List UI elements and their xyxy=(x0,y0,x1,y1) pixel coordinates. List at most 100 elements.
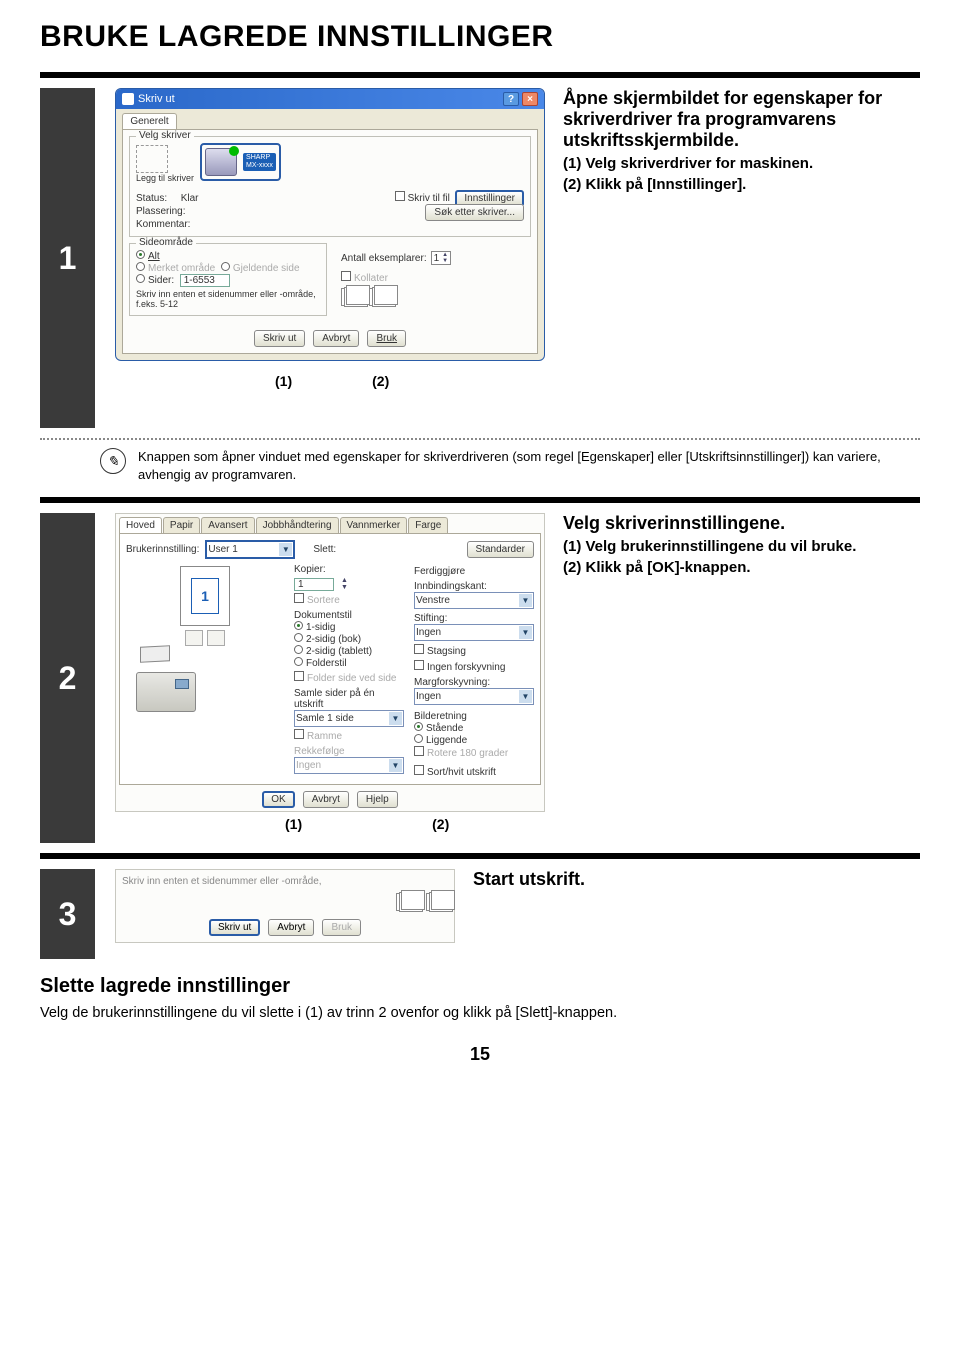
ferdig-label: Ferdiggjøre xyxy=(414,566,534,577)
kopier-label: Kopier: xyxy=(294,564,326,575)
brukerinnstilling-label: Brukerinnstilling: xyxy=(126,544,199,555)
plassering-label: Plassering: xyxy=(136,206,185,217)
help-button[interactable]: ? xyxy=(503,92,519,106)
samle-select[interactable]: Samle 1 side▼ xyxy=(294,710,404,727)
add-printer-label[interactable]: Legg til skriver xyxy=(136,173,194,183)
printer-preview xyxy=(126,652,206,712)
radio-staaende-label: Stående xyxy=(426,723,463,734)
close-button[interactable]: × xyxy=(522,92,538,106)
divider xyxy=(40,72,920,78)
ramme-checkbox xyxy=(294,729,304,739)
step2-number: 2 xyxy=(59,660,77,697)
print-to-file-checkbox[interactable] xyxy=(395,191,405,201)
skriv-ut-button-3[interactable]: Skriv ut xyxy=(209,919,260,936)
step3-heading: Start utskrift. xyxy=(473,869,920,890)
radio-staaende[interactable] xyxy=(414,722,423,731)
printer-brand-label: SHARP MX-xxxx xyxy=(243,153,276,170)
user-setting-select[interactable]: User 1▼ xyxy=(205,540,295,559)
copies-label: Antall eksemplarer: xyxy=(341,253,427,264)
radio-2sidig-tablett-label: 2-sidig (tablett) xyxy=(306,646,372,657)
step2-heading: Velg skriverinnstillingene. xyxy=(563,513,920,534)
stift-select[interactable]: Ingen▼ xyxy=(414,624,534,641)
page-title: BRUKE LAGREDE INNSTILLINGER xyxy=(40,20,920,54)
dialog-title: Skriv ut xyxy=(138,93,175,105)
radio-liggende[interactable] xyxy=(414,734,423,743)
print-dialog: Skriv ut ? × Generelt Velg skriver xyxy=(115,88,545,361)
pages-input[interactable]: 1-6553 xyxy=(180,274,230,287)
hint3: Skriv inn enten et sidenummer eller -omr… xyxy=(122,876,322,887)
copies-spinner[interactable]: 1▲▼ xyxy=(431,251,452,265)
innbind-label: Innbindingskant: xyxy=(414,581,534,592)
section-slette-heading: Slette lagrede innstillinger xyxy=(40,975,920,998)
step1-heading: Åpne skjermbildet for egenskaper for skr… xyxy=(563,88,920,151)
status-value: Klar xyxy=(181,193,199,204)
tab-avansert[interactable]: Avansert xyxy=(201,517,254,533)
ok-button[interactable]: OK xyxy=(262,791,294,808)
hjelp-button[interactable]: Hjelp xyxy=(357,791,398,808)
avbryt-button-3[interactable]: Avbryt xyxy=(268,919,314,936)
radio-folderstil-label: Folderstil xyxy=(306,658,347,669)
ramme-label: Ramme xyxy=(307,731,342,742)
group-velg-skriver: Velg skriver xyxy=(136,130,194,141)
kommentar-label: Kommentar: xyxy=(136,219,190,230)
tab-jobbhandtering[interactable]: Jobbhåndtering xyxy=(256,517,339,533)
sorthvit-label: Sort/hvit utskrift xyxy=(427,767,496,778)
stagsing-checkbox[interactable] xyxy=(414,644,424,654)
tab-vannmerker[interactable]: Vannmerker xyxy=(340,517,408,533)
note-text: Knappen som åpner vinduet med egenskaper… xyxy=(138,448,920,483)
sorthvit-checkbox[interactable] xyxy=(414,765,424,775)
tab-farge[interactable]: Farge xyxy=(408,517,448,533)
forskyvning-checkbox[interactable] xyxy=(414,660,424,670)
radio-2sidig-bok-label: 2-sidig (bok) xyxy=(306,634,361,645)
skriv-ut-button[interactable]: Skriv ut xyxy=(254,330,305,347)
bilderetning-label: Bilderetning xyxy=(414,711,534,722)
tab-papir[interactable]: Papir xyxy=(163,517,200,533)
stagsing-label: Stagsing xyxy=(427,646,466,657)
radio-folderstil[interactable] xyxy=(294,657,303,666)
kopier-input[interactable]: 1 xyxy=(294,578,334,591)
folder-side-checkbox xyxy=(294,671,304,681)
dotted-divider xyxy=(40,438,920,440)
avbryt-button[interactable]: Avbryt xyxy=(313,330,359,347)
bruk-button-3: Bruk xyxy=(322,919,361,936)
annotation2-1: (1) xyxy=(285,816,302,832)
radio-sider[interactable] xyxy=(136,274,145,283)
standarder-button[interactable]: Standarder xyxy=(467,541,534,558)
printer-properties-dialog: Hoved Papir Avansert Jobbhåndtering Vann… xyxy=(115,513,545,812)
printer-icon xyxy=(122,93,134,105)
avbryt-button[interactable]: Avbryt xyxy=(303,791,349,808)
annotation2-2: (2) xyxy=(432,816,449,832)
radio-liggende-label: Liggende xyxy=(426,735,467,746)
radio-1sidig-label: 1-sidig xyxy=(306,622,335,633)
innbind-select[interactable]: Venstre▼ xyxy=(414,592,534,609)
mini-icon-1 xyxy=(185,630,203,646)
step-3: 3 Skriv inn enten et sidenummer eller -o… xyxy=(40,869,920,959)
marg-select[interactable]: Ingen▼ xyxy=(414,688,534,705)
collate3-icon-2 xyxy=(426,893,448,911)
rotere-label: Rotere 180 grader xyxy=(427,748,508,759)
search-printer-button[interactable]: Søk etter skriver... xyxy=(425,204,524,221)
radio-alt-label: Alt xyxy=(148,251,160,262)
radio-alt[interactable] xyxy=(136,250,145,259)
section-slette-text: Velg de brukerinnstillingene du vil slet… xyxy=(40,1004,920,1024)
step-2: 2 Hoved Papir Avansert Jobbhåndtering Va… xyxy=(40,513,920,843)
radio-2sidig-tablett[interactable] xyxy=(294,645,303,654)
printer-selected[interactable]: SHARP MX-xxxx xyxy=(200,143,281,181)
kollater-checkbox xyxy=(341,271,351,281)
print-buttons-dialog: Skriv inn enten et sidenummer eller -omr… xyxy=(115,869,455,943)
step2-item1: (1) Velg brukerinnstillingene du vil bru… xyxy=(563,538,920,555)
preview-number: 1 xyxy=(191,578,219,614)
radio-merket xyxy=(136,262,145,271)
step-number-col: 1 xyxy=(40,88,95,428)
tab-generelt[interactable]: Generelt xyxy=(122,113,177,129)
radio-2sidig-bok[interactable] xyxy=(294,633,303,642)
radio-sider-label: Sider: xyxy=(148,275,174,286)
dokumentstil-label: Dokumentstil xyxy=(294,610,404,621)
bruk-button[interactable]: Bruk xyxy=(367,330,406,347)
printer-device-icon xyxy=(205,148,237,176)
radio-1sidig[interactable] xyxy=(294,621,303,630)
rekkefolge-select: Ingen▼ xyxy=(294,757,404,774)
samle-label: Samle sider på én utskrift xyxy=(294,688,404,710)
tab-hoved[interactable]: Hoved xyxy=(119,517,162,533)
print-to-file-label: Skriv til fil xyxy=(408,193,450,204)
